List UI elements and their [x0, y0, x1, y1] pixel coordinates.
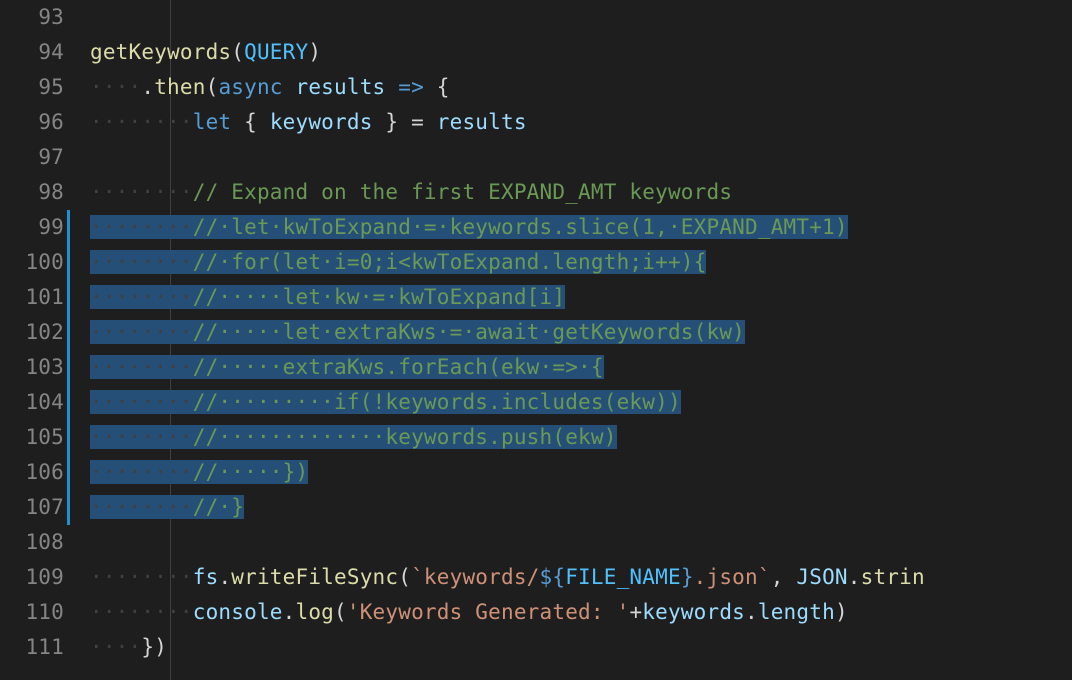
- code-line[interactable]: [90, 0, 1072, 35]
- code-line[interactable]: ········//·····}): [90, 455, 1072, 490]
- code-line[interactable]: ········console.log('Keywords Generated:…: [90, 595, 1072, 630]
- code-line[interactable]: ····.then(async results => {: [90, 70, 1072, 105]
- code-line[interactable]: ········let { keywords } = results: [90, 105, 1072, 140]
- code-line[interactable]: [90, 140, 1072, 175]
- line-number: 96: [0, 105, 64, 140]
- code-line[interactable]: [90, 525, 1072, 560]
- code-editor[interactable]: 93 94 95 96 97 98 99 100 101 102 103 104…: [0, 0, 1072, 680]
- code-line[interactable]: getKeywords(QUERY): [90, 35, 1072, 70]
- code-line[interactable]: ········fs.writeFileSync(`keywords/${FIL…: [90, 560, 1072, 595]
- line-number-gutter: 93 94 95 96 97 98 99 100 101 102 103 104…: [0, 0, 90, 680]
- line-number: 98: [0, 175, 64, 210]
- code-line[interactable]: ········// Expand on the first EXPAND_AM…: [90, 175, 1072, 210]
- line-number: 110: [0, 595, 64, 630]
- line-number: 93: [0, 0, 64, 35]
- line-number: 109: [0, 560, 64, 595]
- code-line[interactable]: ········//·for(let·i=0;i<kwToExpand.leng…: [90, 245, 1072, 280]
- code-line[interactable]: ····}): [90, 630, 1072, 665]
- code-line[interactable]: ········//·····extraKws.forEach(ekw·=>·{: [90, 350, 1072, 385]
- line-number: 99: [0, 210, 64, 245]
- line-number: 104: [0, 385, 64, 420]
- code-line[interactable]: ········//·········if(!keywords.includes…: [90, 385, 1072, 420]
- line-number: 95: [0, 70, 64, 105]
- line-number: 101: [0, 280, 64, 315]
- line-number: 97: [0, 140, 64, 175]
- line-number: 105: [0, 420, 64, 455]
- line-number: 102: [0, 315, 64, 350]
- code-line[interactable]: ········//·····let·extraKws·=·await·getK…: [90, 315, 1072, 350]
- code-line[interactable]: ········//·let·kwToExpand·=·keywords.sli…: [90, 210, 1072, 245]
- line-number: 94: [0, 35, 64, 70]
- code-line[interactable]: ········//·}: [90, 490, 1072, 525]
- line-number: 100: [0, 245, 64, 280]
- line-number: 103: [0, 350, 64, 385]
- code-line[interactable]: ········//·············keywords.push(ekw…: [90, 420, 1072, 455]
- line-number: 106: [0, 455, 64, 490]
- line-number: 108: [0, 525, 64, 560]
- code-area[interactable]: getKeywords(QUERY) ····.then(async resul…: [90, 0, 1072, 680]
- line-number: 111: [0, 630, 64, 665]
- line-number: 107: [0, 490, 64, 525]
- code-line[interactable]: ········//·····let·kw·=·kwToExpand[i]: [90, 280, 1072, 315]
